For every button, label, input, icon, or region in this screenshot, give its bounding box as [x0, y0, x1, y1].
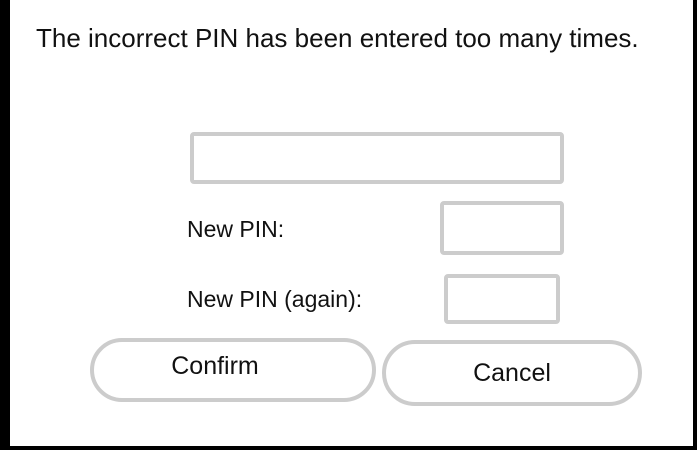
- confirm-button[interactable]: Confirm: [90, 338, 376, 402]
- error-message: The incorrect PIN has been entered too m…: [36, 23, 639, 53]
- cancel-button[interactable]: Cancel: [382, 340, 642, 406]
- new-pin-again-label: New PIN (again):: [187, 286, 363, 312]
- pin-input[interactable]: [190, 132, 564, 184]
- new-pin-input[interactable]: [440, 201, 564, 255]
- cancel-button-label: Cancel: [473, 358, 551, 387]
- pin-dialog: The incorrect PIN has been entered too m…: [0, 0, 697, 450]
- confirm-button-label: Confirm: [171, 351, 259, 380]
- new-pin-again-input[interactable]: [444, 274, 560, 324]
- new-pin-label: New PIN:: [187, 216, 285, 242]
